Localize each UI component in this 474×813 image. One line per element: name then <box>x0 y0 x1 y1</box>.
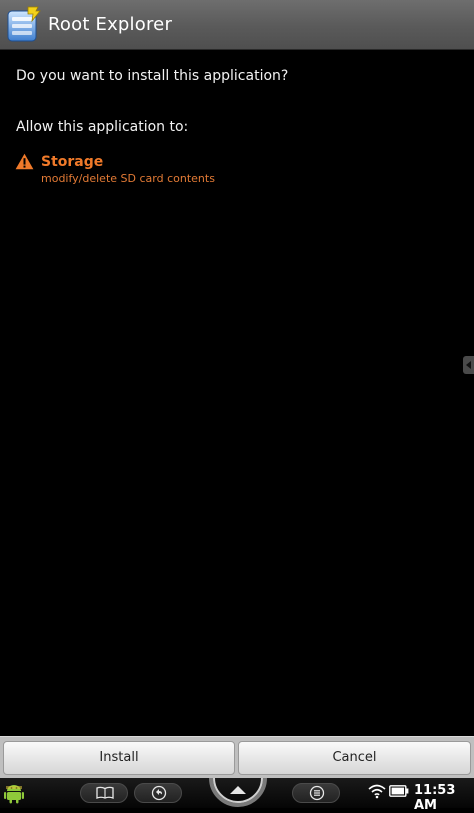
book-button[interactable] <box>80 783 128 803</box>
clock: 11:53 AM <box>414 783 456 813</box>
back-button[interactable] <box>134 783 182 803</box>
battery-icon <box>389 785 409 797</box>
window-title: Root Explorer <box>48 14 173 35</box>
menu-icon <box>309 785 325 801</box>
permission-description: modify/delete SD card contents <box>41 172 215 185</box>
title-bar: Root Explorer <box>0 0 474 50</box>
android-icon[interactable] <box>4 782 24 804</box>
allow-label: Allow this application to: <box>16 119 189 135</box>
install-question: Do you want to install this application? <box>16 68 289 84</box>
book-icon <box>96 786 114 799</box>
root-explorer-app-icon <box>7 6 41 42</box>
permission-title: Storage <box>41 154 104 170</box>
home-icon[interactable] <box>208 772 268 808</box>
cancel-button[interactable]: Cancel <box>238 741 471 775</box>
side-drawer-handle[interactable] <box>463 356 474 374</box>
back-icon <box>151 785 167 801</box>
arrow-left-icon <box>466 361 471 369</box>
menu-button[interactable] <box>292 783 340 803</box>
install-button[interactable]: Install <box>3 741 235 775</box>
warning-icon <box>15 153 34 170</box>
wifi-icon <box>368 784 386 799</box>
